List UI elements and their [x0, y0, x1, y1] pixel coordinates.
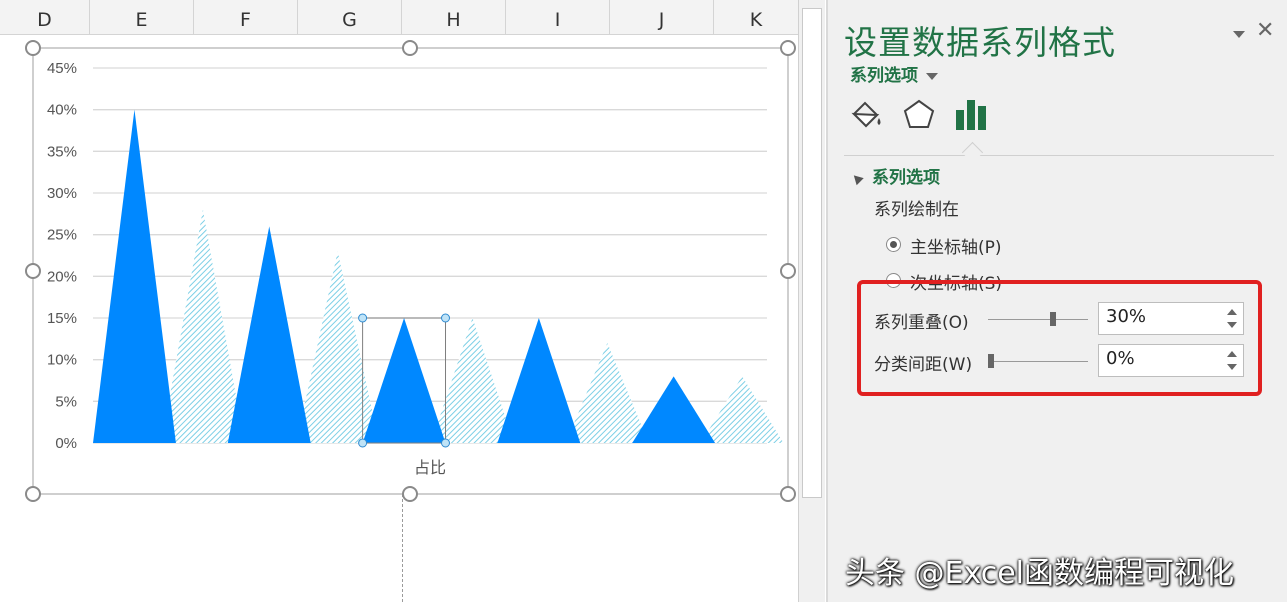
series-options-dropdown[interactable]: 系列选项: [850, 61, 938, 86]
collapse-triangle-icon: [850, 171, 864, 185]
chevron-down-icon: [926, 72, 938, 80]
radio-selected-dot: [890, 241, 897, 248]
pane-title: 设置数据系列格式: [844, 23, 1116, 62]
point-handle[interactable]: [358, 313, 368, 323]
fill-line-icon[interactable]: [848, 96, 884, 134]
tab-underline: [844, 155, 1274, 156]
y-tick-label: 25%: [47, 227, 77, 244]
y-tick-label: 45%: [47, 60, 77, 77]
plot-series-on-label: 系列绘制在: [874, 200, 959, 220]
resize-handle-top[interactable]: [402, 40, 418, 56]
triangle-column-chart[interactable]: 0% 5% 10% 15% 20% 25% 30% 35% 40% 45% 占比: [0, 0, 798, 520]
resize-handle-bottom-left[interactable]: [25, 486, 41, 502]
y-tick-label: 40%: [47, 102, 77, 119]
watermark: 头条 @Excel函数编程可视化: [845, 556, 1235, 591]
point-handle[interactable]: [358, 438, 368, 448]
primary-axis-label[interactable]: 主坐标轴(P): [910, 233, 1002, 258]
series-options-section-header[interactable]: 系列选项: [850, 163, 940, 188]
y-tick-label: 5%: [55, 393, 77, 410]
resize-handle-left[interactable]: [25, 263, 41, 279]
point-handle[interactable]: [441, 438, 451, 448]
resize-handle-bottom[interactable]: [402, 486, 418, 502]
y-tick-label: 30%: [47, 185, 77, 202]
point-handle[interactable]: [441, 313, 451, 323]
close-icon[interactable]: ✕: [1256, 18, 1274, 43]
pane-options-dropdown-icon[interactable]: [1233, 22, 1245, 43]
resize-handle-top-right[interactable]: [780, 40, 796, 56]
vertical-scrollbar[interactable]: [798, 0, 825, 602]
series-options-dropdown-label: 系列选项: [850, 66, 918, 86]
resize-handle-top-left[interactable]: [25, 40, 41, 56]
primary-axis-radio[interactable]: [886, 237, 901, 252]
series-options-bar-icon[interactable]: [954, 96, 990, 134]
y-tick-label: 10%: [47, 352, 77, 369]
effects-pentagon-icon[interactable]: [901, 96, 937, 134]
resize-handle-right[interactable]: [780, 263, 796, 279]
y-tick-label: 15%: [47, 310, 77, 327]
highlight-annotation-box: [857, 280, 1262, 396]
y-tick-label: 20%: [47, 268, 77, 285]
active-tab-indicator: [961, 141, 984, 164]
scrollbar-thumb[interactable]: [802, 8, 822, 498]
spreadsheet-area: D E F G H I J K 0% 5% 10% 15% 20% 25% 30% 35% 40…: [0, 0, 798, 602]
y-tick-label: 0%: [55, 435, 77, 452]
x-axis-label: 占比: [414, 459, 446, 477]
y-tick-label: 35%: [47, 143, 77, 160]
section-title: 系列选项: [872, 168, 940, 188]
resize-handle-bottom-right[interactable]: [780, 486, 796, 502]
